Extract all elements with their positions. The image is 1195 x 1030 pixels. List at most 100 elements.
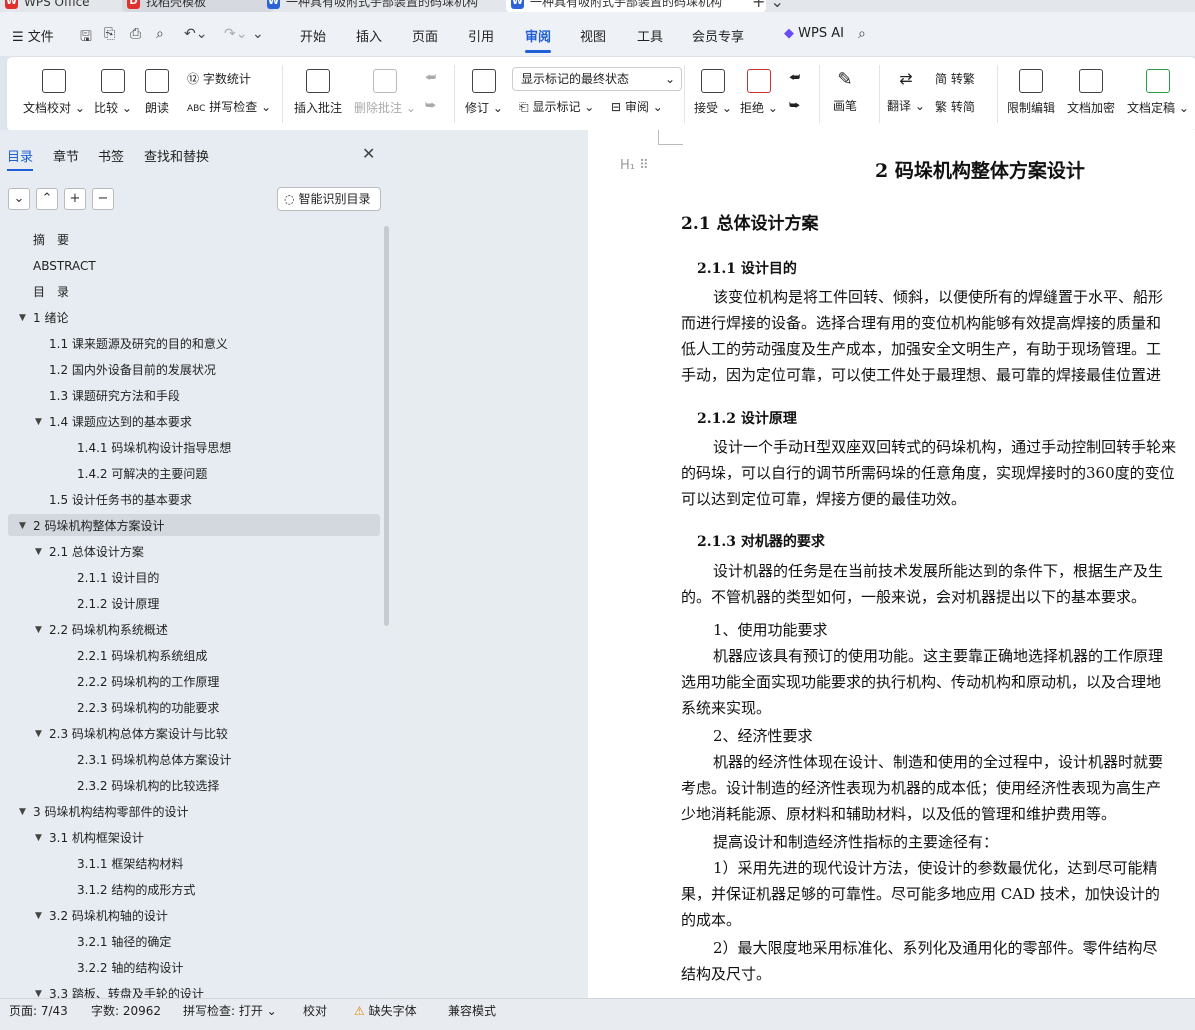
review-pane-button[interactable]: ⊟ 审阅 ⌄	[611, 98, 663, 115]
toc-item[interactable]: ABSTRACT	[33, 255, 96, 277]
expand-triangle-icon[interactable]: ▼	[35, 411, 42, 433]
menu-insert[interactable]: 插入	[356, 26, 382, 45]
next-change-icon[interactable]: ⮩	[789, 98, 800, 113]
show-markup-button[interactable]: ⎗ 显示标记 ⌄	[519, 98, 594, 115]
menu-membership[interactable]: 会员专享	[692, 26, 744, 45]
toc-item[interactable]: 1.1 课来题源及研究的目的和意义	[49, 333, 228, 355]
expand-triangle-icon[interactable]: ▼	[35, 723, 42, 745]
expand-triangle-icon[interactable]: ▼	[35, 619, 42, 641]
toc-item[interactable]: 1.4.2 可解决的主要问题	[77, 463, 207, 485]
expand-triangle-icon[interactable]: ▼	[19, 801, 26, 823]
wps-ai-button[interactable]: ◆ WPS AI	[784, 26, 844, 41]
toc-item[interactable]: ▼ 2.1 总体设计方案	[35, 541, 144, 563]
toc-item[interactable]: ▼ 3.1 机构框架设计	[35, 827, 144, 849]
nav-tab-toc[interactable]: 目录	[7, 146, 34, 171]
compare-button[interactable]: 比较 ⌄	[94, 69, 132, 116]
menu-page[interactable]: 页面	[412, 26, 438, 45]
expand-triangle-icon[interactable]: ▼	[19, 307, 26, 329]
toc-item[interactable]: 2.1.2 设计原理	[77, 593, 159, 615]
prev-comment-icon[interactable]: ⮨	[425, 70, 436, 85]
translate-button[interactable]: ⇄ 翻译 ⌄	[887, 69, 925, 114]
more-chevron-icon[interactable]: ⌄	[252, 26, 264, 42]
close-icon[interactable]: ✕	[362, 144, 375, 163]
toc-item[interactable]: 2.3.1 码垛机构总体方案设计	[77, 749, 231, 771]
new-tab-icon[interactable]: + ⌄	[752, 0, 784, 11]
print-preview-icon[interactable]: ⌕	[156, 26, 164, 42]
toc-item[interactable]: 3.1.1 框架结构材料	[77, 853, 183, 875]
word-count-button[interactable]: ⑫ 字数统计	[187, 70, 251, 87]
markup-mode-select[interactable]: 显示标记的最终状态 ⌄	[512, 67, 682, 91]
smart-toc-button[interactable]: ◌ 智能识别目录	[277, 187, 381, 211]
toc-item[interactable]: ▼ 2 码垛机构整体方案设计	[19, 515, 164, 537]
track-changes-button[interactable]: 修订 ⌄	[465, 69, 503, 116]
tab-document-1[interactable]: W 一种具有吸附式手部装置的码垛机构	[262, 0, 520, 12]
doc-check-button[interactable]: 文档校对 ⌄	[23, 69, 85, 116]
toc-item[interactable]: 1.5 设计任务书的基本要求	[49, 489, 192, 511]
toc-item[interactable]: ▼ 3 码垛机构结构零部件的设计	[19, 801, 188, 823]
tab-document-2-active[interactable]: W 一种具有吸附式手部装置的码垛机构	[506, 0, 766, 12]
toc-item[interactable]: 2.2.3 码垛机构的功能要求	[77, 697, 219, 719]
spell-check-status[interactable]: 拼写检查: 打开 ⌄	[183, 1002, 277, 1019]
toc-item[interactable]: 1.4.1 码垛机构设计指导思想	[77, 437, 231, 459]
insert-comment-button[interactable]: 插入批注	[294, 69, 342, 116]
remove-heading-button[interactable]: −	[92, 188, 114, 210]
toc-item[interactable]: 2.3.2 码垛机构的比较选择	[77, 775, 219, 797]
next-comment-icon[interactable]: ⮩	[425, 98, 436, 113]
toc-item[interactable]: 2.2.1 码垛机构系统组成	[77, 645, 207, 667]
prev-change-icon[interactable]: ⮨	[789, 70, 800, 85]
toc-item[interactable]: 2.1.1 设计目的	[77, 567, 159, 589]
to-simplified-button[interactable]: 繁 转简	[935, 98, 975, 115]
read-aloud-button[interactable]: 朗读	[145, 69, 169, 116]
word-count-indicator[interactable]: 字数: 20962	[91, 1002, 161, 1019]
expand-triangle-icon[interactable]: ▼	[19, 515, 26, 537]
save-icon[interactable]: 🖫	[80, 26, 92, 50]
nav-scrollbar[interactable]	[384, 226, 389, 626]
print-icon[interactable]: ⎙	[130, 26, 141, 42]
toc-item[interactable]: 摘 要	[33, 229, 69, 251]
collapse-all-button[interactable]: ⌄	[8, 188, 30, 210]
undo-icon[interactable]: ↶⌄	[184, 26, 207, 42]
page-indicator[interactable]: 页面: 7/43	[9, 1002, 68, 1019]
document-page[interactable]: H₁ ⠿ 2 码垛机构整体方案设计 2.1 总体设计方案 2.1.1 设计目的 该变…	[588, 130, 1195, 998]
toc-item[interactable]: 3.2.1 轴径的确定	[77, 931, 171, 953]
encrypt-button[interactable]: 文档加密	[1067, 69, 1115, 116]
toc-item[interactable]: 1.2 国内外设备目前的发展状况	[49, 359, 216, 381]
reject-button[interactable]: 拒绝 ⌄	[740, 69, 778, 116]
toc-item[interactable]: 3.2.2 轴的结构设计	[77, 957, 183, 979]
spell-check-button[interactable]: ABC 拼写检查 ⌄	[187, 98, 271, 115]
toc-item[interactable]: ▼ 2.2 码垛机构系统概述	[35, 619, 168, 641]
toc-item[interactable]: ▼ 3.2 码垛机构轴的设计	[35, 905, 168, 927]
add-heading-button[interactable]: +	[64, 188, 86, 210]
pen-button[interactable]: ✎ 画笔	[833, 69, 857, 114]
menu-review[interactable]: 审阅	[525, 26, 552, 53]
restrict-edit-button[interactable]: 限制编辑	[1007, 69, 1055, 116]
tab-wps-office[interactable]: W WPS Office	[0, 0, 134, 12]
toc-item[interactable]: 目 录	[33, 281, 69, 303]
menu-start[interactable]: 开始	[300, 26, 326, 45]
finalize-button[interactable]: 文档定稿 ⌄	[1127, 69, 1189, 116]
export-icon[interactable]: ⎘	[104, 26, 115, 42]
toc-item[interactable]: 3.1.2 结构的成形方式	[77, 879, 195, 901]
expand-triangle-icon[interactable]: ▼	[35, 905, 42, 927]
to-traditional-button[interactable]: 简 转繁	[935, 70, 975, 87]
menu-view[interactable]: 视图	[580, 26, 606, 45]
missing-font-button[interactable]: ⚠ 缺失字体	[354, 1002, 417, 1019]
toc-item[interactable]: ▼ 1.4 课题应达到的基本要求	[35, 411, 192, 433]
nav-tab-chapters[interactable]: 章节	[53, 146, 79, 165]
proofread-button[interactable]: 校对	[303, 1002, 327, 1019]
accept-button[interactable]: 接受 ⌄	[694, 69, 732, 116]
toc-item[interactable]: ▼ 2.3 码垛机构总体方案设计与比较	[35, 723, 228, 745]
menu-references[interactable]: 引用	[468, 26, 494, 45]
expand-triangle-icon[interactable]: ▼	[35, 541, 42, 563]
toc-item[interactable]: 2.2.2 码垛机构的工作原理	[77, 671, 219, 693]
nav-tab-bookmarks[interactable]: 书签	[98, 146, 124, 165]
toc-item[interactable]: 1.3 课题研究方法和手段	[49, 385, 180, 407]
search-icon[interactable]: ⌕	[858, 26, 866, 42]
expand-up-button[interactable]: ⌃	[36, 188, 58, 210]
nav-tab-find-replace[interactable]: 查找和替换	[144, 146, 209, 165]
redo-icon[interactable]: ↷⌄	[224, 26, 247, 42]
file-menu[interactable]: ☰ 文件	[12, 26, 54, 45]
expand-triangle-icon[interactable]: ▼	[35, 827, 42, 849]
toc-item[interactable]: ▼ 1 绪论	[19, 307, 68, 329]
menu-tools[interactable]: 工具	[637, 26, 663, 45]
